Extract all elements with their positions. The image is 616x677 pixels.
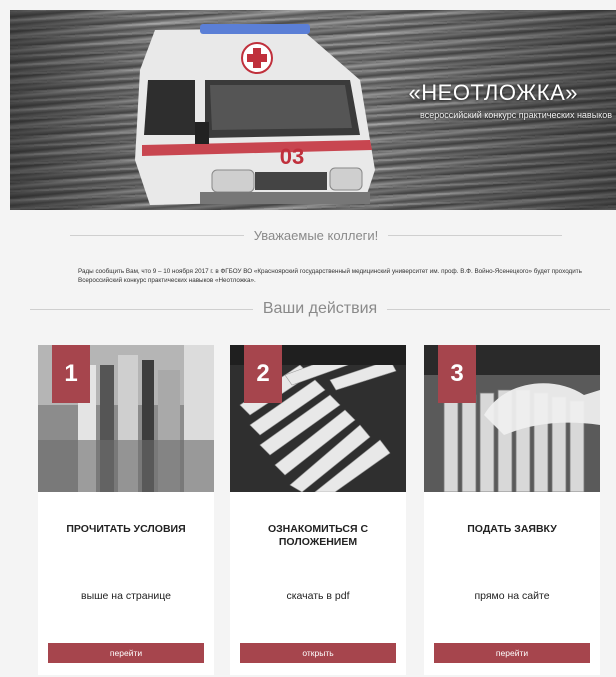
actions-heading: Ваши действия: [30, 300, 611, 318]
ambulance-number: 03: [280, 144, 304, 169]
step-number-badge: 2: [244, 345, 282, 403]
divider-line: [387, 308, 611, 310]
greeting-heading-text: Уважаемые коллеги!: [253, 228, 379, 243]
actions-heading-text: Ваши действия: [262, 300, 378, 317]
card-title: ПРОЧИТАТЬ УСЛОВИЯ: [66, 523, 186, 535]
hero-subtitle: всероссийский конкурс практических навык…: [420, 110, 612, 120]
hero-title: «НЕОТЛОЖКА»: [408, 80, 578, 105]
action-card-read-conditions: 1 ПРОЧИТАТЬ УСЛОВИЯ выше на странице пер…: [38, 345, 214, 675]
divider-line: [30, 308, 253, 310]
divider-line: [388, 235, 562, 236]
card-description: прямо на сайте: [474, 590, 550, 602]
greeting-heading: Уважаемые коллеги!: [70, 228, 562, 243]
hero-banner: 03 «НЕОТЛОЖКА» всероссийский конкурс пра…: [10, 10, 616, 210]
card-title: ОЗНАКОМИТЬСЯ С ПОЛОЖЕНИЕМ: [267, 523, 369, 548]
intro-text: Рады сообщить Вам, что 9 – 10 ноября 201…: [78, 268, 582, 284]
card-photo-books: 1: [38, 345, 214, 492]
card-description: выше на странице: [81, 590, 171, 602]
card-photo-folders: 3: [424, 345, 600, 492]
step-number-badge: 1: [52, 345, 90, 403]
go-button[interactable]: перейти: [48, 643, 204, 663]
card-description: скачать в pdf: [286, 590, 350, 602]
ambulance-image: 03: [135, 24, 375, 205]
go-button[interactable]: перейти: [434, 643, 590, 663]
action-card-submit-application: 3 ПОДАТЬ ЗАЯВКУ прямо на сайте перейти: [424, 345, 600, 675]
divider-line: [70, 235, 244, 236]
step-number-badge: 3: [438, 345, 476, 403]
action-card-read-regulations: 2 ОЗНАКОМИТЬСЯ С ПОЛОЖЕНИЕМ скачать в pd…: [230, 345, 406, 675]
card-photo-files: 2: [230, 345, 406, 492]
card-title: ПОДАТЬ ЗАЯВКУ: [467, 523, 557, 535]
open-button[interactable]: открыть: [240, 643, 396, 663]
